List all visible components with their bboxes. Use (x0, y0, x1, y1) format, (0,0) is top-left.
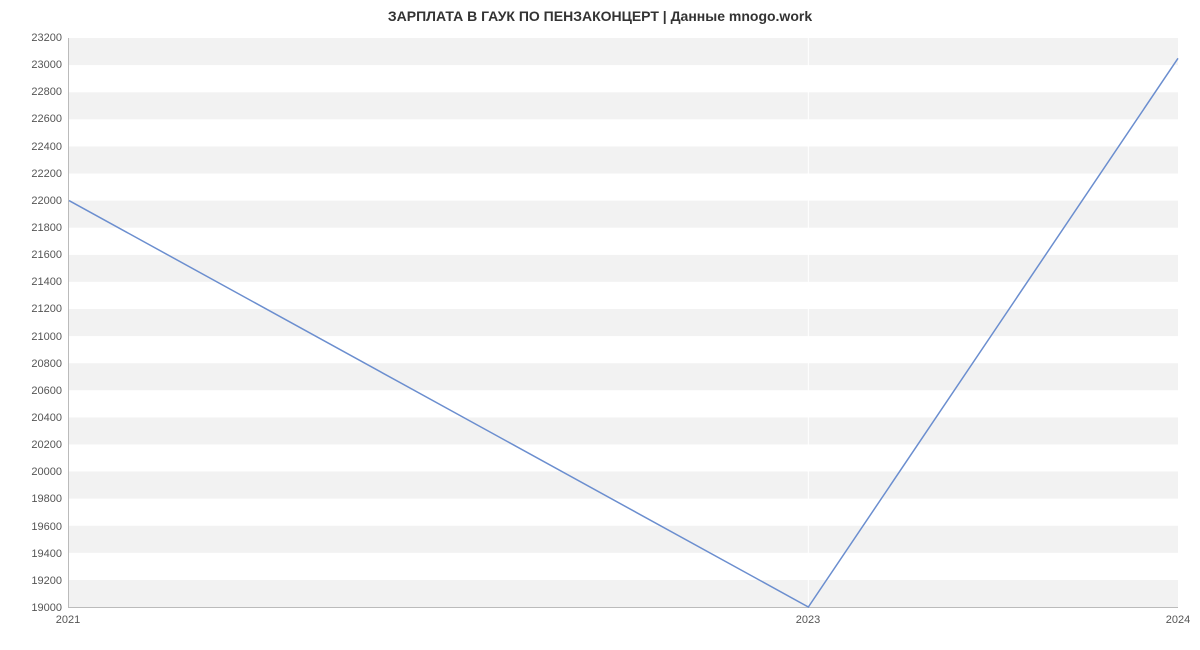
y-tick-label: 22200 (2, 168, 62, 180)
plot-area (68, 38, 1178, 608)
y-tick-label: 21600 (2, 249, 62, 261)
y-tick-label: 20000 (2, 466, 62, 478)
y-tick-label: 22800 (2, 86, 62, 98)
x-tick-label: 2023 (796, 614, 820, 626)
y-tick-label: 19400 (2, 548, 62, 560)
y-tick-label: 19000 (2, 602, 62, 614)
y-tick-label: 19200 (2, 575, 62, 587)
x-tick-label: 2024 (1166, 614, 1190, 626)
y-tick-label: 21000 (2, 331, 62, 343)
y-tick-label: 23000 (2, 59, 62, 71)
x-tick-label: 2021 (56, 614, 80, 626)
y-tick-label: 19800 (2, 493, 62, 505)
y-tick-label: 22400 (2, 141, 62, 153)
y-tick-label: 22000 (2, 195, 62, 207)
y-tick-label: 23200 (2, 32, 62, 44)
chart-title: ЗАРПЛАТА В ГАУК ПО ПЕНЗАКОНЦЕРТ | Данные… (0, 8, 1200, 24)
y-tick-label: 20200 (2, 439, 62, 451)
y-tick-label: 22600 (2, 113, 62, 125)
y-tick-label: 20800 (2, 358, 62, 370)
y-tick-label: 20400 (2, 412, 62, 424)
chart-svg (69, 38, 1178, 607)
y-tick-label: 20600 (2, 385, 62, 397)
y-tick-label: 21200 (2, 303, 62, 315)
y-tick-label: 21800 (2, 222, 62, 234)
y-tick-label: 21400 (2, 276, 62, 288)
y-tick-label: 19600 (2, 521, 62, 533)
chart-container: ЗАРПЛАТА В ГАУК ПО ПЕНЗАКОНЦЕРТ | Данные… (0, 0, 1200, 650)
